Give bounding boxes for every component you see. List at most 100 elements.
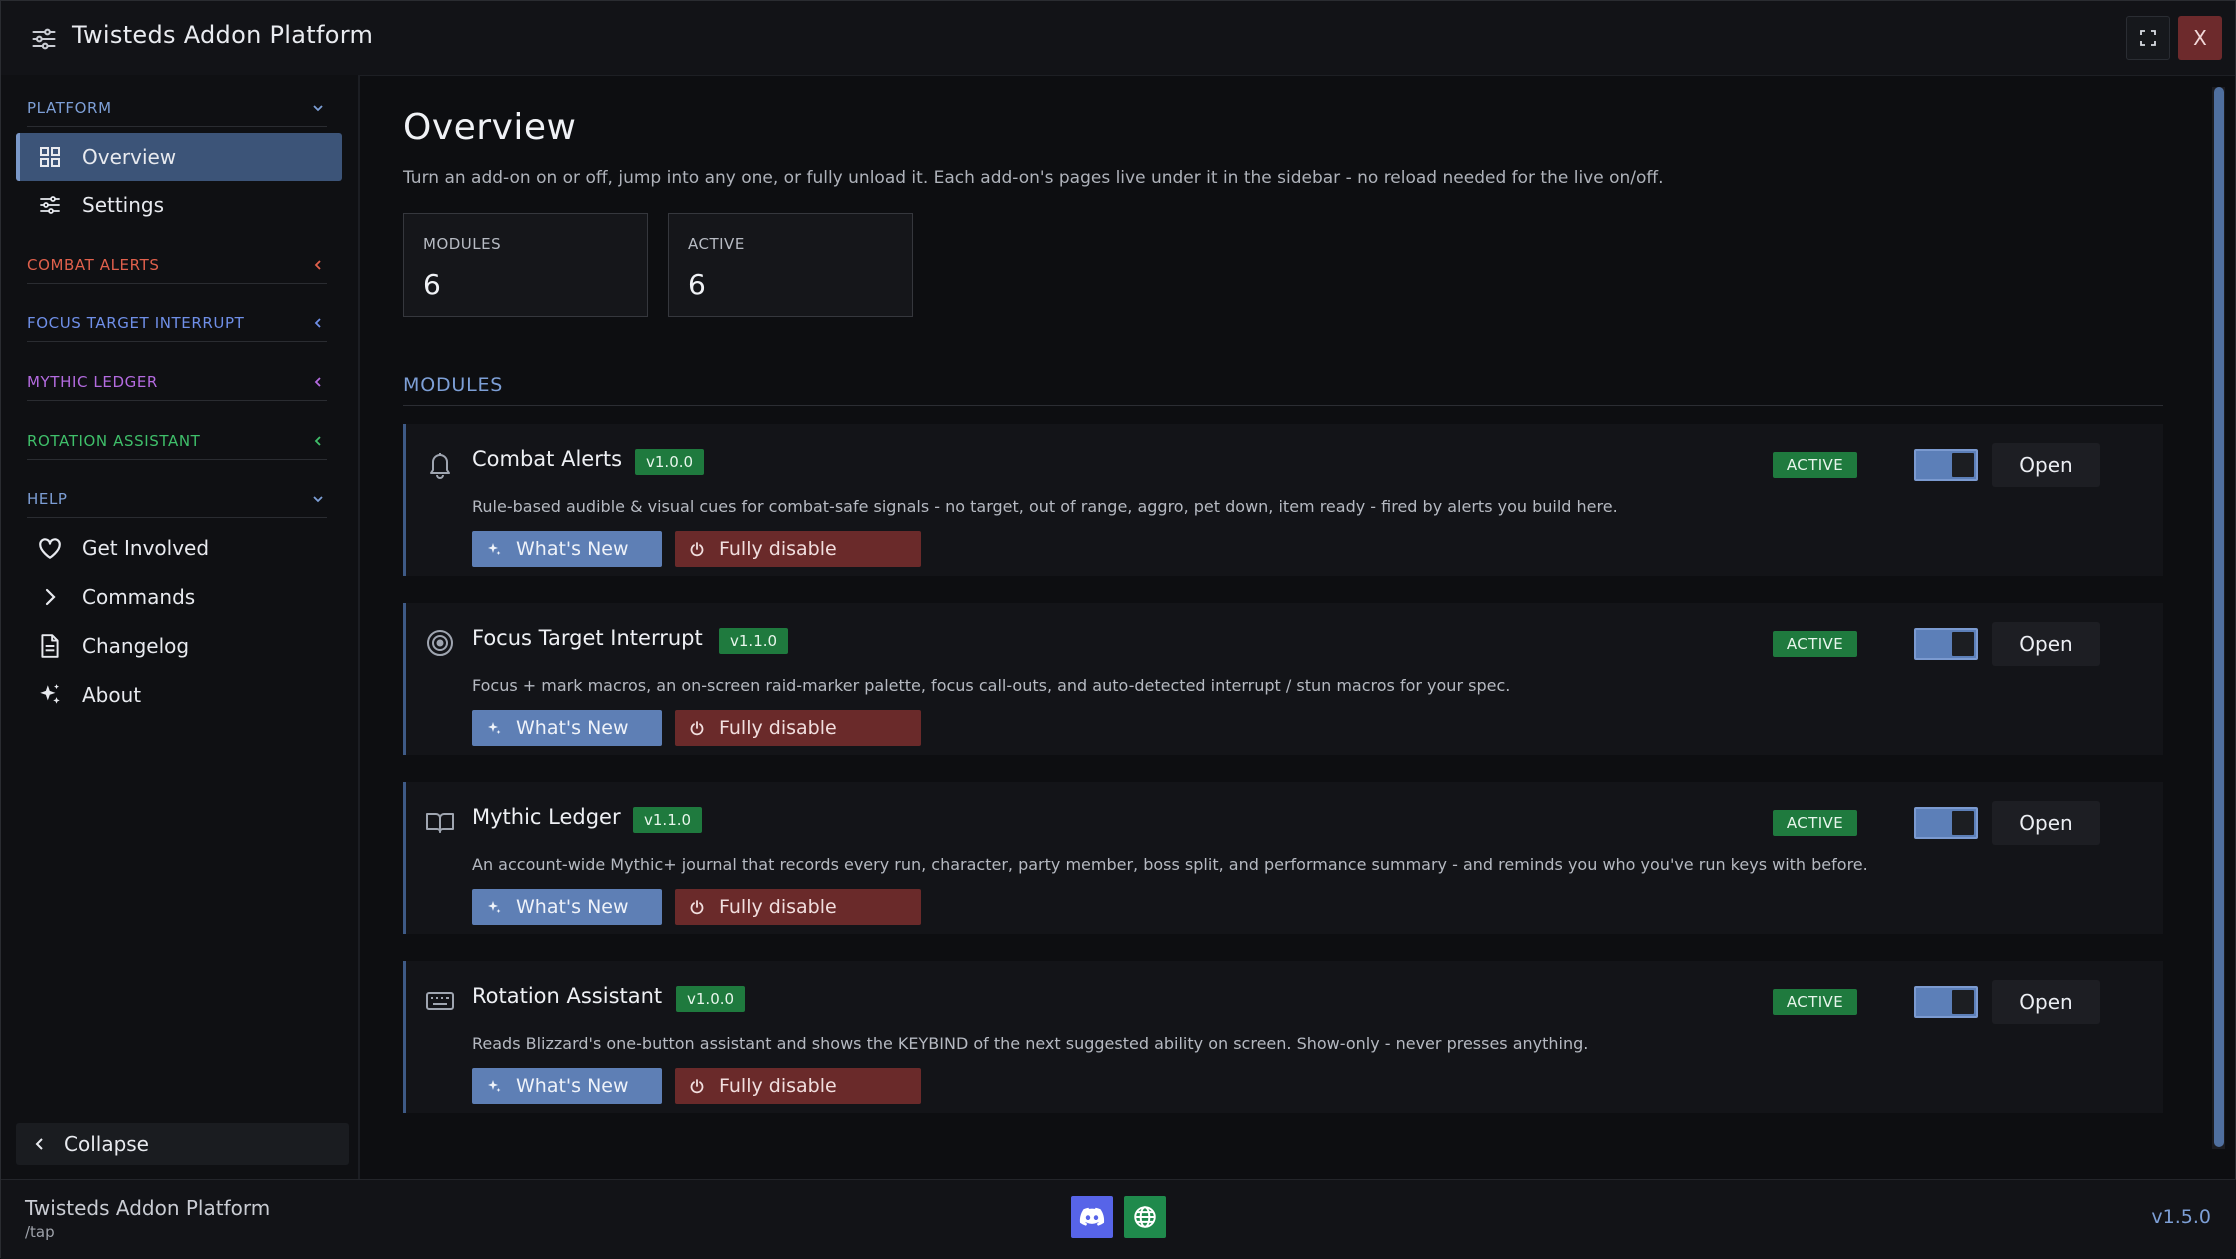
sidebar-item-label: Settings: [82, 193, 165, 217]
heart-icon: [36, 534, 64, 562]
module-toggle[interactable]: [1914, 449, 1978, 481]
chevron-right-icon: [36, 583, 64, 611]
toggle-knob: [1952, 453, 1974, 477]
sidebar-section-mythic-ledger[interactable]: MYTHIC LEDGER: [27, 363, 327, 401]
open-button[interactable]: Open: [1992, 801, 2100, 845]
document-icon: [36, 632, 64, 660]
sidebar-section-focus-target-interrupt[interactable]: FOCUS TARGET INTERRUPT: [27, 304, 327, 342]
grid-icon: [36, 143, 64, 171]
fully-disable-button[interactable]: Fully disable: [675, 1068, 921, 1104]
sidebar-section-combat-alerts[interactable]: COMBAT ALERTS: [27, 246, 327, 284]
chevron-left-icon: [314, 436, 321, 446]
button-label: Fully disable: [719, 1075, 837, 1097]
whats-new-button[interactable]: What's New: [472, 710, 662, 746]
scrollbar-thumb[interactable]: [2214, 87, 2224, 1147]
sidebar-item-label: Commands: [82, 585, 196, 609]
toggle-knob: [1952, 811, 1974, 835]
sliders-icon: [36, 191, 64, 219]
maximize-button[interactable]: [2126, 16, 2170, 60]
whats-new-button[interactable]: What's New: [472, 889, 662, 925]
button-label: Fully disable: [719, 717, 837, 739]
window-title: Twisteds Addon Platform: [72, 21, 374, 49]
fully-disable-button[interactable]: Fully disable: [675, 710, 921, 746]
discord-icon: [1079, 1207, 1105, 1226]
version-badge: v1.1.0: [719, 628, 789, 654]
status-badge: ACTIVE: [1773, 989, 1857, 1015]
button-label: What's New: [516, 896, 629, 918]
chevron-left-icon: [314, 377, 321, 387]
module-card-focus-target-interrupt: Focus Target Interrupt v1.1.0 Focus + ma…: [403, 603, 2163, 755]
module-card-mythic-ledger: Mythic Ledger v1.1.0 An account-wide Myt…: [403, 782, 2163, 934]
section-label: PLATFORM: [27, 99, 112, 117]
app-window: Twisteds Addon Platform X PLATFORM Overv…: [0, 0, 2236, 1259]
whats-new-button[interactable]: What's New: [472, 1068, 662, 1104]
close-button[interactable]: X: [2178, 16, 2222, 60]
stat-card-active: ACTIVE 6: [668, 213, 913, 317]
target-icon: [427, 630, 453, 656]
website-button[interactable]: [1124, 1196, 1166, 1238]
title-bar: Twisteds Addon Platform X: [1, 1, 2235, 76]
section-label: HELP: [27, 490, 68, 508]
module-name: Mythic Ledger: [472, 805, 621, 829]
module-card-rotation-assistant: Rotation Assistant v1.0.0 Reads Blizzard…: [403, 961, 2163, 1113]
module-description: Reads Blizzard's one-button assistant an…: [472, 1034, 1589, 1053]
power-icon: [690, 1079, 704, 1094]
keyboard-icon: [426, 992, 454, 1010]
collapse-sidebar-button[interactable]: Collapse: [16, 1123, 349, 1165]
stat-label: ACTIVE: [688, 235, 745, 253]
open-button[interactable]: Open: [1992, 622, 2100, 666]
section-label: MYTHIC LEDGER: [27, 373, 158, 391]
toggle-knob: [1952, 632, 1974, 656]
sparkles-icon: [488, 722, 501, 734]
button-label: Fully disable: [719, 896, 837, 918]
sidebar-item-commands[interactable]: Commands: [16, 573, 342, 621]
stat-value: 6: [688, 268, 706, 301]
sidebar-section-help[interactable]: HELP: [27, 480, 327, 518]
version-badge: v1.0.0: [676, 986, 746, 1012]
sidebar-item-label: Changelog: [82, 634, 190, 658]
sidebar-section-rotation-assistant[interactable]: ROTATION ASSISTANT: [27, 422, 327, 460]
sidebar-item-label: Overview: [82, 145, 177, 169]
main-scrollbar[interactable]: [2212, 87, 2225, 1149]
stat-card-modules: MODULES 6: [403, 213, 648, 317]
footer-app-name: Twisteds Addon Platform: [25, 1196, 271, 1220]
sparkles-icon: [488, 901, 501, 913]
power-icon: [690, 721, 704, 736]
sidebar-item-get-involved[interactable]: Get Involved: [16, 524, 342, 572]
module-name: Rotation Assistant: [472, 984, 663, 1008]
module-toggle[interactable]: [1914, 807, 1978, 839]
button-label: Fully disable: [719, 538, 837, 560]
section-label: COMBAT ALERTS: [27, 256, 160, 274]
collapse-label: Collapse: [64, 1132, 149, 1156]
globe-icon: [1134, 1206, 1156, 1228]
sidebar-item-settings[interactable]: Settings: [16, 181, 342, 229]
status-badge: ACTIVE: [1773, 452, 1857, 478]
status-badge: ACTIVE: [1773, 810, 1857, 836]
chevron-left-icon: [314, 318, 321, 328]
footer: Twisteds Addon Platform /tap v1.5.0: [1, 1179, 2236, 1259]
sliders-icon: [32, 28, 56, 50]
sidebar-item-about[interactable]: About: [16, 671, 342, 719]
page-title: Overview: [403, 107, 577, 148]
module-toggle[interactable]: [1914, 628, 1978, 660]
sidebar-item-changelog[interactable]: Changelog: [16, 622, 342, 670]
sparkles-icon: [36, 681, 64, 709]
fully-disable-button[interactable]: Fully disable: [675, 531, 921, 567]
whats-new-button[interactable]: What's New: [472, 531, 662, 567]
section-label: FOCUS TARGET INTERRUPT: [27, 314, 245, 332]
sparkles-icon: [488, 1080, 501, 1092]
chevron-left-icon: [314, 260, 321, 270]
discord-button[interactable]: [1071, 1196, 1113, 1238]
module-name: Combat Alerts: [472, 447, 623, 471]
button-label: What's New: [516, 538, 629, 560]
toggle-knob: [1952, 990, 1974, 1014]
sidebar-item-overview[interactable]: Overview: [16, 133, 342, 181]
version-badge: v1.0.0: [635, 449, 705, 475]
module-toggle[interactable]: [1914, 986, 1978, 1018]
fully-disable-button[interactable]: Fully disable: [675, 889, 921, 925]
status-badge: ACTIVE: [1773, 631, 1857, 657]
open-button[interactable]: Open: [1992, 980, 2100, 1024]
section-label: ROTATION ASSISTANT: [27, 432, 201, 450]
sidebar-section-platform[interactable]: PLATFORM: [27, 89, 327, 127]
open-button[interactable]: Open: [1992, 443, 2100, 487]
